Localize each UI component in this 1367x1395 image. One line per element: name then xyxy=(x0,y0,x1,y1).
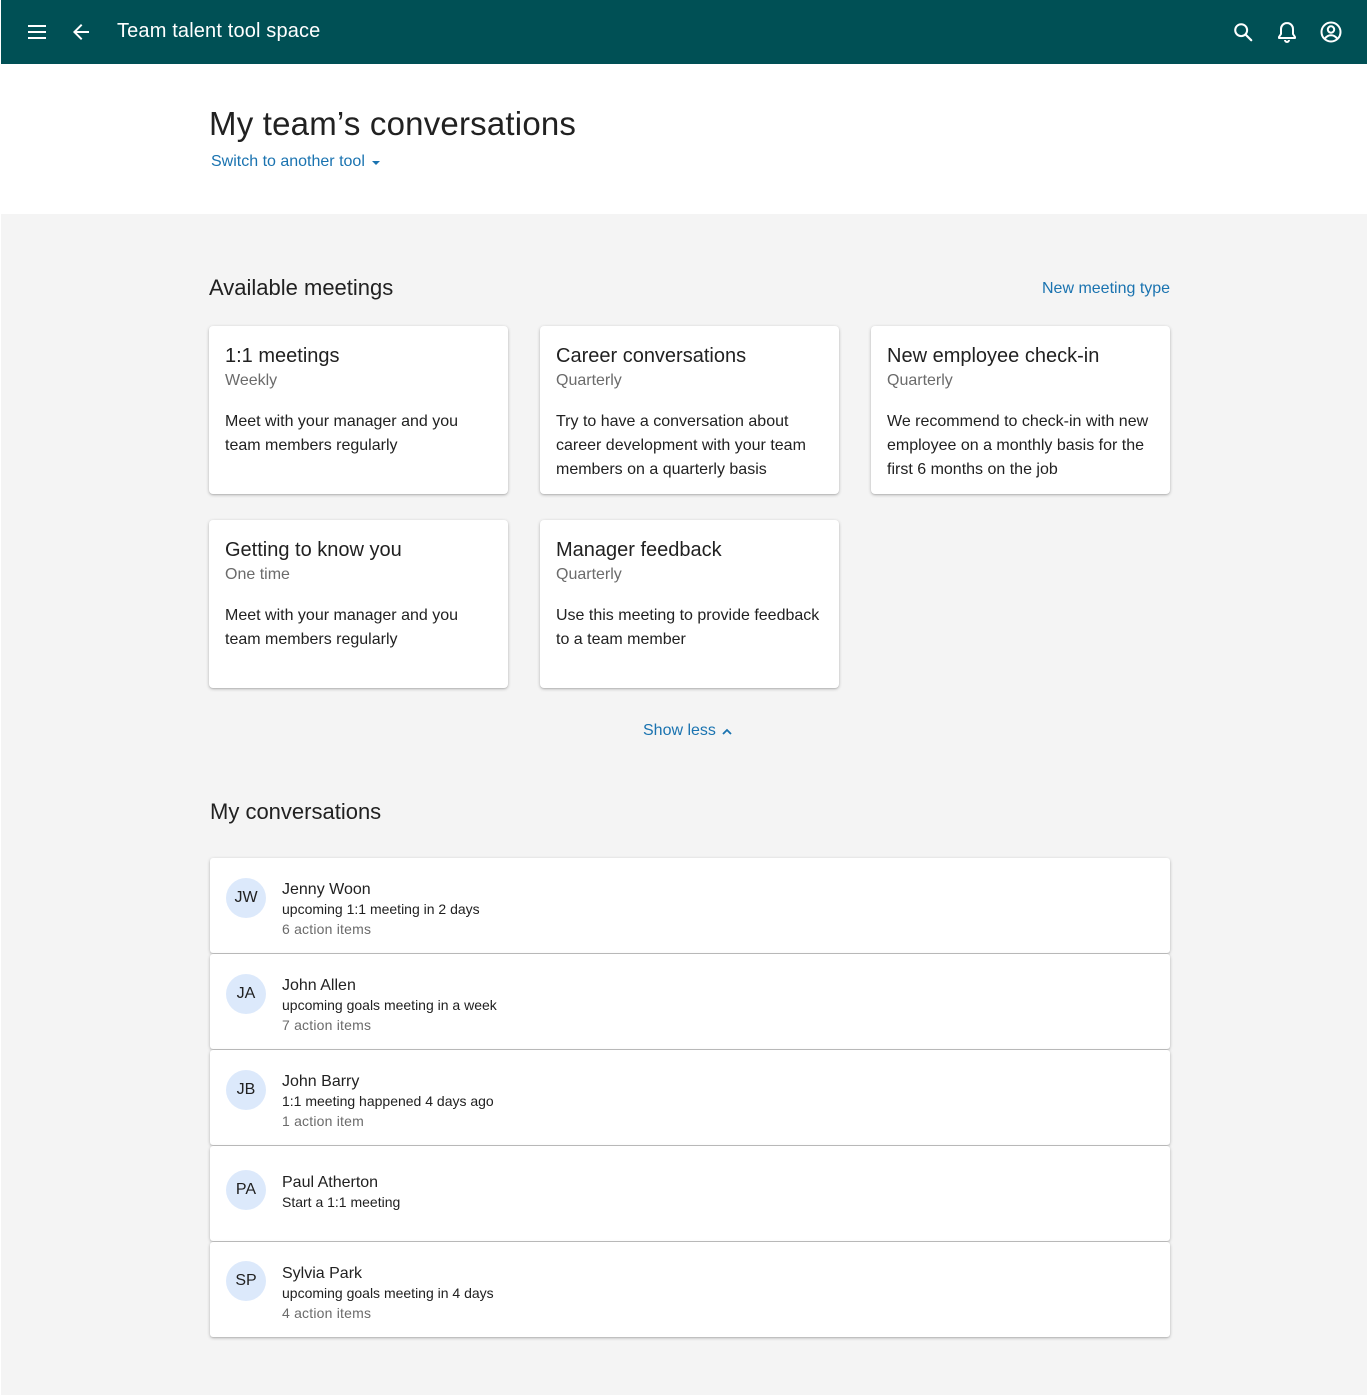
conversation-row[interactable]: JB John Barry 1:1 meeting happened 4 day… xyxy=(210,1050,1170,1145)
meeting-card-title: Getting to know you xyxy=(225,539,402,561)
conversation-row[interactable]: JW Jenny Woon upcoming 1:1 meeting in 2 … xyxy=(210,858,1170,953)
app-bar: Team talent tool space xyxy=(1,0,1367,64)
action-items-count: 6 action items xyxy=(282,921,372,937)
conversation-name: Paul Atherton xyxy=(282,1174,379,1191)
avatar: SP xyxy=(226,1261,266,1301)
page-header: My team’s conversations Switch to anothe… xyxy=(0,64,1367,214)
meeting-card-title: New employee check-in xyxy=(887,345,1100,367)
meeting-card-description: Meet with your manager and you team memb… xyxy=(225,607,459,648)
meeting-card-description: We recommend to check-in with new employ… xyxy=(887,413,1149,478)
meeting-card-frequency: Quarterly xyxy=(556,566,622,583)
meeting-card-frequency: Weekly xyxy=(225,372,278,389)
meeting-card-manager-feedback[interactable]: Manager feedback Quarterly Use this meet… xyxy=(540,520,839,688)
caret-down-icon xyxy=(371,153,381,171)
meeting-card-title: 1:1 meetings xyxy=(225,345,340,367)
page-title: My team’s conversations xyxy=(209,105,577,142)
meeting-card-getting-to-know[interactable]: Getting to know you One time Meet with y… xyxy=(209,520,508,688)
avatar: JA xyxy=(226,974,266,1014)
conversation-name: Jenny Woon xyxy=(282,881,371,898)
action-items-count: 1 action item xyxy=(282,1113,364,1129)
new-meeting-type-link[interactable]: New meeting type xyxy=(1042,280,1170,298)
meeting-card-frequency: One time xyxy=(225,566,290,583)
conversation-name: John Barry xyxy=(282,1073,360,1090)
conversation-status: Start a 1:1 meeting xyxy=(282,1194,401,1210)
meeting-card-description: Use this meeting to provide feedback to … xyxy=(556,607,820,648)
meeting-card-new-employee[interactable]: New employee check-in Quarterly We recom… xyxy=(871,326,1170,494)
switch-tool-link[interactable]: Switch to another tool xyxy=(211,153,381,171)
back-arrow-icon[interactable] xyxy=(65,16,97,48)
chevron-up-icon xyxy=(722,722,732,740)
search-icon[interactable] xyxy=(1227,16,1259,48)
conversation-name: Sylvia Park xyxy=(282,1265,363,1282)
conversation-row[interactable]: JA John Allen upcoming goals meeting in … xyxy=(210,954,1170,1049)
account-icon[interactable] xyxy=(1315,16,1347,48)
avatar: PA xyxy=(226,1170,266,1210)
action-items-count: 7 action items xyxy=(282,1017,372,1033)
meeting-card-title: Career conversations xyxy=(556,345,747,367)
conversation-status: 1:1 meeting happened 4 days ago xyxy=(282,1093,494,1109)
conversation-status: upcoming goals meeting in a week xyxy=(282,997,497,1013)
available-meetings-title: Available meetings xyxy=(209,275,394,300)
meeting-card-description: Meet with your manager and you team memb… xyxy=(225,413,459,454)
switch-tool-label: Switch to another tool xyxy=(211,153,365,170)
menu-icon[interactable] xyxy=(21,16,53,48)
meeting-card-description: Try to have a conversation about career … xyxy=(556,413,806,478)
conversation-status: upcoming goals meeting in 4 days xyxy=(282,1285,494,1301)
bell-icon[interactable] xyxy=(1271,16,1303,48)
conversation-row[interactable]: SP Sylvia Park upcoming goals meeting in… xyxy=(210,1242,1170,1337)
app-title: Team talent tool space xyxy=(117,20,321,42)
show-less-label: Show less xyxy=(643,722,716,739)
meeting-card-title: Manager feedback xyxy=(556,539,722,561)
meeting-card-one-on-one[interactable]: 1:1 meetings Weekly Meet with your manag… xyxy=(209,326,508,494)
my-conversations-title: My conversations xyxy=(210,799,382,824)
conversation-name: John Allen xyxy=(282,977,356,994)
conversation-row[interactable]: PA Paul Atherton Start a 1:1 meeting xyxy=(210,1146,1170,1241)
avatar: JW xyxy=(226,878,266,918)
meeting-card-frequency: Quarterly xyxy=(556,372,622,389)
action-items-count: 4 action items xyxy=(282,1305,372,1321)
meeting-card-career[interactable]: Career conversations Quarterly Try to ha… xyxy=(540,326,839,494)
conversation-status: upcoming 1:1 meeting in 2 days xyxy=(282,901,480,917)
avatar: JB xyxy=(226,1070,266,1110)
meeting-card-frequency: Quarterly xyxy=(887,372,953,389)
show-less-button[interactable]: Show less xyxy=(643,722,732,740)
